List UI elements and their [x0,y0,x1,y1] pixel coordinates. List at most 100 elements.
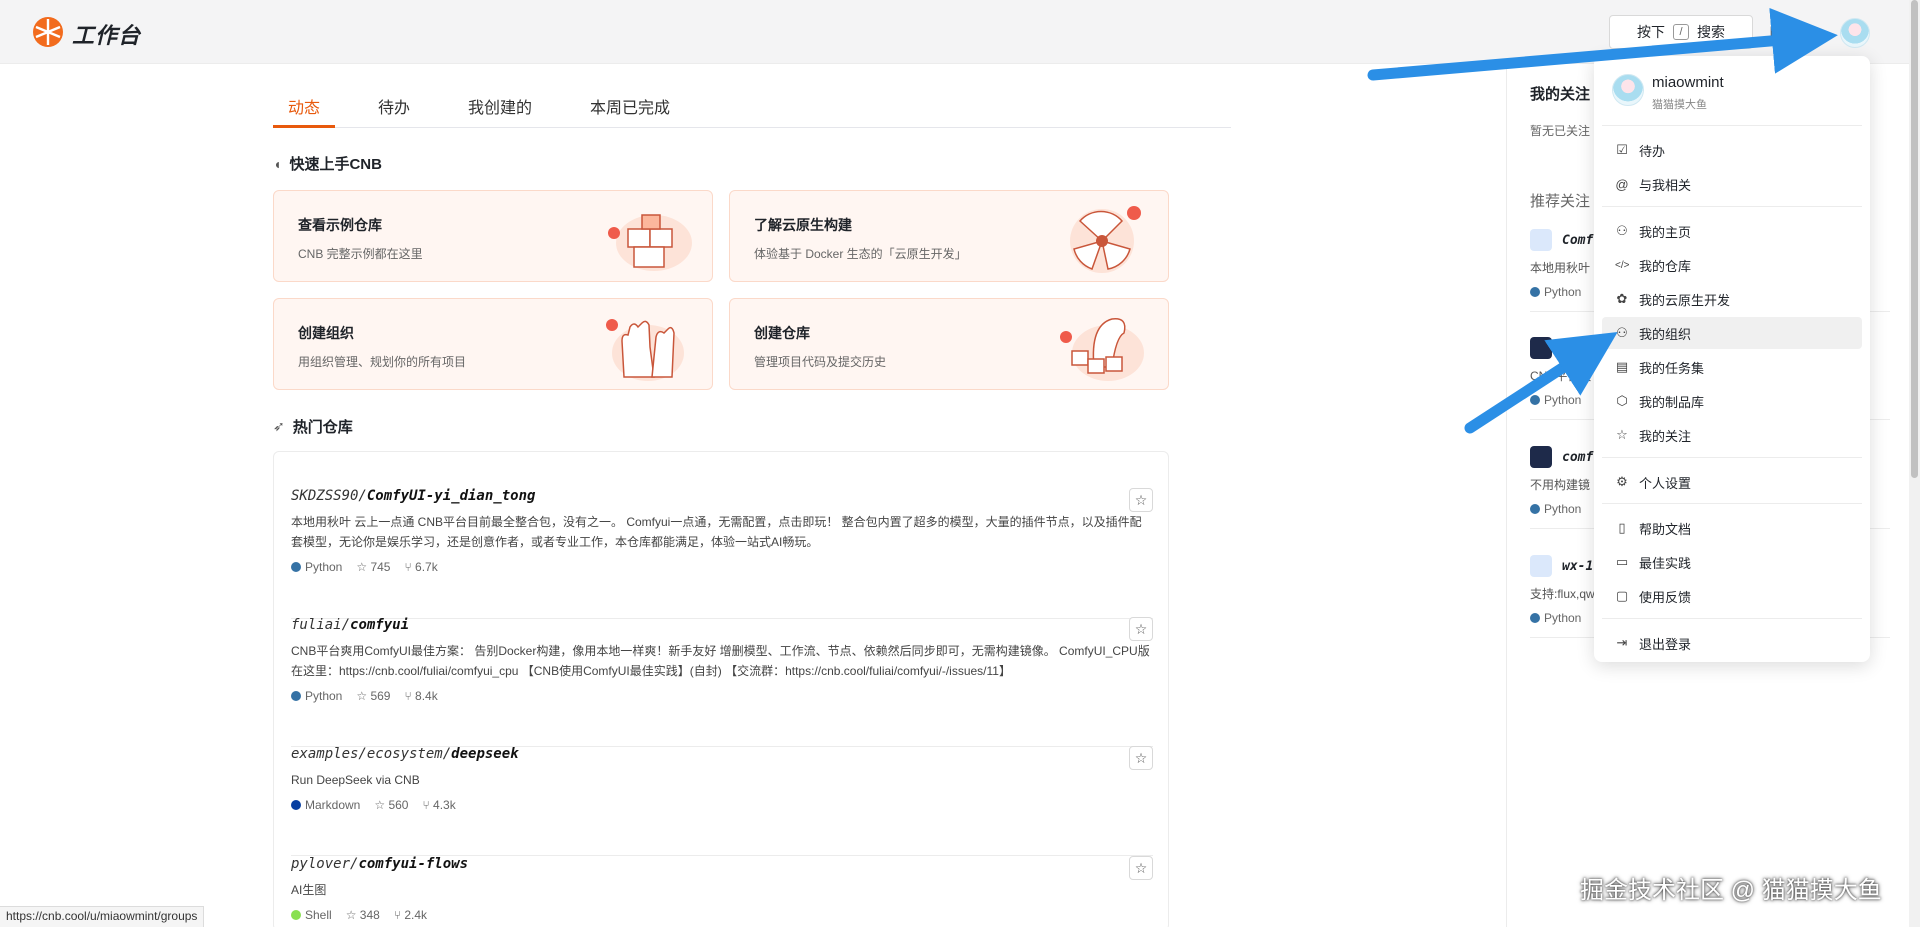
user-dropdown-menu: miaowmint 猫猫摸大鱼 ☑ 待办 @ 与我相关 ⚇ 我的主页 </> 我的仓库 … [1594,56,1870,662]
tab-completed-this-week[interactable]: 本周已完成 [575,86,685,127]
header-plus-icon[interactable]: + [1804,22,1815,43]
org-icon [1530,229,1552,251]
tab-activity[interactable]: 动态 [273,86,336,128]
repo-full-name[interactable]: SKDZSS90/ComfyUI-yi_dian_tong [291,488,1153,504]
divider [1602,457,1862,458]
repo-stars: ☆ 560 [374,798,409,812]
repo-full-name[interactable]: fuliai/comfyui [291,617,1153,633]
menu-item-best-practices[interactable]: ▭ 最佳实践 [1602,546,1862,578]
top-header: 工作台 按下 / 搜索 ⧉ + [0,0,1910,64]
menu-item-mentions[interactable]: @ 与我相关 [1602,168,1862,200]
star-repo-button[interactable]: ☆ [1129,488,1153,512]
quick-card-example-repo[interactable]: 查看示例仓库 CNB 完整示例都在这里 [273,190,713,282]
repo-language: Shell [291,908,332,922]
menu-item-settings[interactable]: ⚙ 个人设置 [1602,466,1862,498]
recommend-language: Python [1530,285,1581,299]
search-prefix-label: 按下 [1637,24,1665,40]
repo-description: 本地用秋叶 云上一点通 CNB平台目前最全整合包，没有之一。 Comfyui一点… [291,515,1142,549]
hot-repos-panel: SKDZSS90/ComfyUI-yi_dian_tong ☆ 本地用秋叶 云上… [273,451,1169,927]
my-following-title[interactable]: 我的关注 [1530,83,1590,104]
repo-item[interactable]: fuliai/comfyui ☆ CNB平台爽用ComfyUI最佳方案： 告别D… [291,617,1153,747]
quick-card-title: 创建组织 [298,325,354,341]
menu-item-homepage[interactable]: ⚇ 我的主页 [1602,215,1862,247]
repo-forks: ⑂ 8.4k [404,689,438,703]
header-tool-icon[interactable]: ⧉ [1770,22,1783,43]
code-icon: </> [1615,259,1630,271]
rocket-icon: ➶ [273,418,285,434]
repo-language: Markdown [291,798,360,812]
language-dot-icon [291,800,301,810]
language-dot-icon [291,691,301,701]
repo-item[interactable]: examples/ecosystem/deepseek ☆ Run DeepSe… [291,746,1153,856]
scrollbar-thumb[interactable] [1911,0,1918,478]
menu-item-organizations[interactable]: ⚇ 我的组织 [1602,317,1862,349]
hot-repos-title: 热门仓库 [292,419,353,436]
menu-item-todo[interactable]: ☑ 待办 [1602,134,1862,166]
cnb-logo[interactable] [32,16,64,48]
menu-item-artifacts[interactable]: ⬡ 我的制品库 [1602,385,1862,417]
following-empty-text: 暂无已关注 [1530,124,1591,138]
quick-start-title: 快速上手CNB [289,156,382,173]
search-button[interactable]: 按下 / 搜索 [1609,15,1753,49]
organization-icon: ⚇ [1616,325,1628,340]
page-scrollbar[interactable] [1909,0,1920,927]
repo-full-name[interactable]: examples/ecosystem/deepseek [291,746,1153,762]
user-icon: ⚇ [1616,223,1628,238]
settings-icon: ⚙ [1616,474,1628,489]
cloud-dev-icon: ✿ [1616,291,1628,306]
quick-card-title: 创建仓库 [754,325,810,341]
repo-description: Run DeepSeek via CNB [291,773,420,787]
app-title: 工作台 [72,23,142,48]
menu-item-help-docs[interactable]: ▯ 帮助文档 [1602,512,1862,544]
repo-forks: ⑂ 6.7k [404,560,438,574]
repo-full-name[interactable]: pylover/comfyui-flows [291,856,1153,872]
star-repo-button[interactable]: ☆ [1129,617,1153,641]
recommend-name: wx-1 [1562,559,1594,574]
at-icon: @ [1615,176,1629,192]
star-repo-button[interactable]: ☆ [1129,746,1153,770]
menu-item-cloud-dev[interactable]: ✿ 我的云原生开发 [1602,283,1862,315]
fan-illustration [1070,206,1141,273]
repo-logo-icon [1530,337,1552,359]
repo-language: Python [291,560,342,574]
language-dot-icon [291,562,301,572]
repo-stars: ☆ 745 [356,560,391,574]
repo-item[interactable]: pylover/comfyui-flows ☆ AI生图 Shell ☆ 348… [291,856,1153,927]
hands-illustration [606,319,684,381]
quick-start-heading: ◖ 快速上手CNB [273,153,382,174]
quick-card-create-repo[interactable]: 创建仓库 管理项目代码及提交历史 [729,298,1169,390]
quick-card-title: 了解云原生构建 [754,217,852,233]
nickname: 猫猫摸大鱼 [1652,99,1707,111]
status-bar-url: https://cnb.cool/u/miaowmint/groups [0,906,205,927]
repo-description: AI生图 [291,883,327,897]
menu-item-repositories[interactable]: </> 我的仓库 [1602,249,1862,281]
repo-item[interactable]: SKDZSS90/ComfyUI-yi_dian_tong ☆ 本地用秋叶 云上… [291,488,1153,619]
repo-name: deepseek [451,746,519,762]
todo-icon: ☑ [1616,142,1628,157]
quick-card-cloud-native[interactable]: 了解云原生构建 体验基于 Docker 生态的「云原生开发」 [729,190,1169,282]
logout-icon: ⇥ [1616,635,1628,650]
tab-todo[interactable]: 待办 [363,86,425,127]
blocks-illustration [608,214,692,271]
tab-created-by-me[interactable]: 我创建的 [453,86,547,127]
menu-item-feedback[interactable]: ▢ 使用反馈 [1602,580,1862,612]
avatar [1612,74,1644,106]
quick-card-create-org[interactable]: 创建组织 用组织管理、规划你的所有项目 [273,298,713,390]
repo-owner: SKDZSS90/ [291,488,367,504]
user-avatar-button[interactable] [1840,18,1870,48]
repo-stars: ☆ 569 [356,689,391,703]
quick-card-title: 查看示例仓库 [298,217,382,233]
recommend-desc: CNB平台爽 [1530,369,1592,383]
repo-meta: Python ☆ 745 ⑂ 6.7k [291,560,1153,574]
recommend-desc: 支持:flux,qw [1530,587,1595,601]
star-repo-button[interactable]: ☆ [1129,856,1153,880]
quick-card-desc: 用组织管理、规划你的所有项目 [298,355,467,369]
menu-item-following[interactable]: ☆ 我的关注 [1602,419,1862,451]
username: miaowmint [1652,74,1724,91]
recommend-desc: 不用构建镜 [1530,478,1591,492]
repo-owner: pylover/ [291,856,359,872]
search-label: 搜索 [1697,24,1725,40]
menu-item-task-sets[interactable]: ▤ 我的任务集 [1602,351,1862,383]
menu-item-logout[interactable]: ⇥ 退出登录 [1602,627,1862,659]
repo-meta: Python ☆ 569 ⑂ 8.4k [291,689,1153,703]
